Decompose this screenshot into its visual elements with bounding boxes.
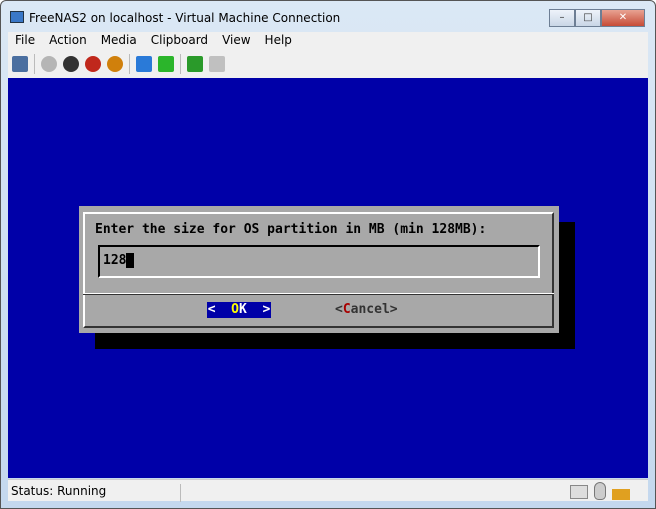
save-icon[interactable] [107, 56, 123, 72]
partition-size-input[interactable]: 128 [98, 245, 540, 278]
menu-action[interactable]: Action [42, 32, 94, 50]
menu-media[interactable]: Media [94, 32, 144, 50]
vm-connection-icon [10, 11, 24, 23]
menu-help[interactable]: Help [258, 32, 299, 50]
ok-button[interactable]: < OK > [207, 302, 271, 318]
status-text: Status: Running [11, 484, 181, 502]
dialog-divider [83, 293, 554, 295]
toolbar [8, 50, 648, 78]
ok-bracket: < [207, 302, 232, 317]
input-value: 128 [103, 253, 127, 268]
menu-clipboard[interactable]: Clipboard [144, 32, 215, 50]
revert-icon[interactable] [209, 56, 225, 72]
close-button[interactable]: ✕ [601, 9, 645, 27]
start-icon[interactable] [41, 56, 57, 72]
maximize-button[interactable]: □ [575, 9, 601, 27]
vm-screen[interactable]: Enter the size for OS partition in MB (m… [8, 78, 648, 478]
title-bar[interactable]: FreeNAS2 on localhost - Virtual Machine … [1, 1, 655, 31]
cancel-button[interactable]: <Cancel> [335, 302, 398, 318]
toolbar-separator [34, 54, 35, 74]
toolbar-separator [129, 54, 130, 74]
shutdown-icon[interactable] [85, 56, 101, 72]
pause-icon[interactable] [136, 56, 152, 72]
menu-view[interactable]: View [215, 32, 257, 50]
partition-size-dialog: Enter the size for OS partition in MB (m… [79, 206, 559, 333]
vm-connection-window: FreeNAS2 on localhost - Virtual Machine … [0, 0, 656, 509]
text-cursor [126, 253, 135, 268]
minimize-button[interactable]: – [549, 9, 575, 27]
ok-hotkey: O [231, 302, 239, 317]
menu-file[interactable]: File [8, 32, 42, 50]
cancel-bracket: < [335, 302, 343, 317]
toolbar-separator [180, 54, 181, 74]
lock-icon [612, 489, 630, 500]
status-bar: Status: Running [8, 479, 648, 502]
menu-bar: File Action Media Clipboard View Help [8, 32, 648, 50]
dialog-prompt: Enter the size for OS partition in MB (m… [95, 222, 487, 237]
ok-rest: K > [239, 302, 271, 317]
mouse-icon [594, 482, 606, 500]
turn-off-icon[interactable] [63, 56, 79, 72]
cancel-hotkey: C [342, 302, 351, 317]
reset-icon[interactable] [158, 56, 174, 72]
snapshot-icon[interactable] [187, 56, 203, 72]
keyboard-icon [570, 485, 588, 499]
window-title: FreeNAS2 on localhost - Virtual Machine … [29, 11, 341, 25]
ctrl-alt-del-icon[interactable] [12, 56, 28, 72]
cancel-rest: ancel> [350, 302, 398, 317]
